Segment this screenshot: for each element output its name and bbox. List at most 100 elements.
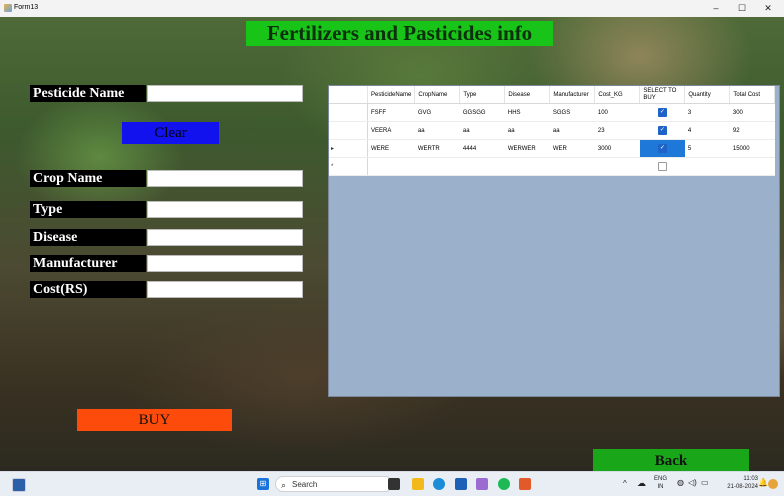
table-cell[interactable]: 3: [684, 103, 730, 122]
manufacturer-input[interactable]: [147, 255, 303, 272]
chevron-up-icon[interactable]: ^: [623, 479, 627, 488]
table-cell[interactable]: VEERA: [367, 121, 415, 140]
copilot-icon[interactable]: [768, 479, 778, 489]
select-to-buy-cell[interactable]: ✓: [639, 103, 685, 122]
table-cell[interactable]: [594, 157, 640, 176]
window-title: Form13: [14, 4, 39, 11]
maximize-button[interactable]: ☐: [730, 1, 754, 16]
clock-date: 21-08-2024: [727, 484, 758, 490]
window-titlebar: Form13 – ☐ ✕: [0, 0, 784, 17]
column-header[interactable]: Quantity: [684, 86, 731, 104]
pesticide-data-grid[interactable]: PesticideName CropName Type Disease Manu…: [328, 85, 780, 397]
select-to-buy-checkbox[interactable]: ✓: [657, 144, 667, 153]
table-cell[interactable]: [729, 157, 775, 176]
row-header[interactable]: [329, 121, 368, 140]
table-cell[interactable]: [684, 157, 730, 176]
select-to-buy-cell[interactable]: ✓: [639, 121, 685, 140]
minimize-button[interactable]: –: [704, 1, 728, 16]
back-button[interactable]: Back: [593, 449, 749, 471]
row-header-corner: [329, 86, 368, 104]
pesticide-name-input[interactable]: [147, 85, 303, 102]
table-row[interactable]: ▸ WERE WERTR 4444 WERWER WER 3000 ✓ 5 15…: [329, 139, 775, 158]
table-cell[interactable]: 300: [729, 103, 775, 122]
table-cell[interactable]: SGGS: [549, 103, 595, 122]
type-input[interactable]: [147, 201, 303, 218]
close-button[interactable]: ✕: [756, 1, 780, 16]
column-header[interactable]: Total Cost: [729, 86, 776, 104]
buy-button[interactable]: BUY: [77, 409, 232, 431]
table-cell[interactable]: GVG: [414, 103, 460, 122]
table-cell[interactable]: WER: [549, 139, 595, 158]
language-indicator[interactable]: ENG IN: [654, 475, 667, 491]
table-cell[interactable]: GGSGG: [459, 103, 505, 122]
table-row[interactable]: FSFF GVG GGSGG HHS SGGS 100 ✓ 3 300: [329, 103, 775, 122]
language-code: ENG: [654, 476, 668, 482]
crop-name-input[interactable]: [147, 170, 303, 187]
select-to-buy-cell[interactable]: ✓: [639, 139, 685, 158]
column-header[interactable]: SELECT TO BUY: [639, 86, 686, 104]
battery-icon[interactable]: ▭: [701, 478, 709, 487]
table-row-new[interactable]: *: [329, 157, 775, 176]
table-cell[interactable]: HHS: [504, 103, 550, 122]
store-icon[interactable]: [455, 478, 467, 490]
clear-button[interactable]: Clear: [122, 122, 219, 144]
app-icon: [4, 4, 12, 12]
table-cell[interactable]: [414, 157, 460, 176]
select-to-buy-checkbox[interactable]: ✓: [657, 126, 667, 135]
row-header[interactable]: *: [329, 157, 368, 176]
page-title: Fertilizers and Pasticides info: [246, 21, 553, 46]
table-cell[interactable]: 100: [594, 103, 640, 122]
table-cell[interactable]: 92: [729, 121, 775, 140]
row-header[interactable]: ▸: [329, 139, 368, 158]
column-header[interactable]: Manufacturer: [549, 86, 596, 104]
column-header[interactable]: Type: [459, 86, 506, 104]
row-header[interactable]: [329, 103, 368, 122]
desktop-widget-icon[interactable]: [12, 478, 26, 492]
running-app-icon[interactable]: [519, 478, 531, 490]
onedrive-icon[interactable]: ☁: [637, 478, 646, 489]
table-cell[interactable]: 23: [594, 121, 640, 140]
table-cell[interactable]: aa: [504, 121, 550, 140]
visual-studio-icon[interactable]: [476, 478, 488, 490]
table-cell[interactable]: 4: [684, 121, 730, 140]
table-cell[interactable]: WERWER: [504, 139, 550, 158]
taskbar: ⊞ ⌕ Search ^ ☁ ENG IN ◍ ◁) ▭ 11:03 21-08…: [0, 471, 784, 496]
table-cell[interactable]: aa: [414, 121, 460, 140]
network-icon[interactable]: ◍: [677, 478, 684, 487]
task-view-icon[interactable]: [388, 478, 400, 490]
volume-icon[interactable]: ◁): [688, 478, 697, 487]
table-cell[interactable]: 4444: [459, 139, 505, 158]
windows-start-icon[interactable]: ⊞: [257, 478, 269, 490]
select-to-buy-checkbox[interactable]: ✓: [657, 108, 667, 117]
disease-input[interactable]: [147, 229, 303, 246]
table-cell[interactable]: WERTR: [414, 139, 460, 158]
column-header[interactable]: PesticideName: [367, 86, 416, 104]
select-to-buy-checkbox[interactable]: [657, 162, 667, 171]
table-cell[interactable]: 15000: [729, 139, 775, 158]
table-cell[interactable]: [549, 157, 595, 176]
notification-bell-icon[interactable]: 🔔: [758, 478, 768, 487]
table-cell[interactable]: WERE: [367, 139, 415, 158]
table-cell[interactable]: [504, 157, 550, 176]
column-header[interactable]: Disease: [504, 86, 551, 104]
table-cell[interactable]: FSFF: [367, 103, 415, 122]
table-cell[interactable]: [367, 157, 415, 176]
cost-label: Cost(RS): [30, 281, 146, 298]
table-cell[interactable]: aa: [459, 121, 505, 140]
select-to-buy-cell[interactable]: [639, 157, 685, 176]
table-cell[interactable]: [459, 157, 505, 176]
edge-browser-icon[interactable]: [433, 478, 445, 490]
column-header[interactable]: CropName: [414, 86, 461, 104]
table-cell[interactable]: aa: [549, 121, 595, 140]
clock[interactable]: 11:03 21-08-2024: [718, 475, 758, 491]
cost-input[interactable]: [147, 281, 303, 298]
spotify-icon[interactable]: [498, 478, 510, 490]
table-row[interactable]: VEERA aa aa aa aa 23 ✓ 4 92: [329, 121, 775, 140]
file-explorer-icon[interactable]: [412, 478, 424, 490]
taskbar-search[interactable]: ⌕ Search: [275, 476, 393, 492]
clock-time: 11:03: [743, 476, 758, 482]
search-icon: ⌕: [281, 480, 287, 490]
column-header[interactable]: Cost_KG: [594, 86, 641, 104]
table-cell[interactable]: 5: [684, 139, 730, 158]
table-cell[interactable]: 3000: [594, 139, 640, 158]
